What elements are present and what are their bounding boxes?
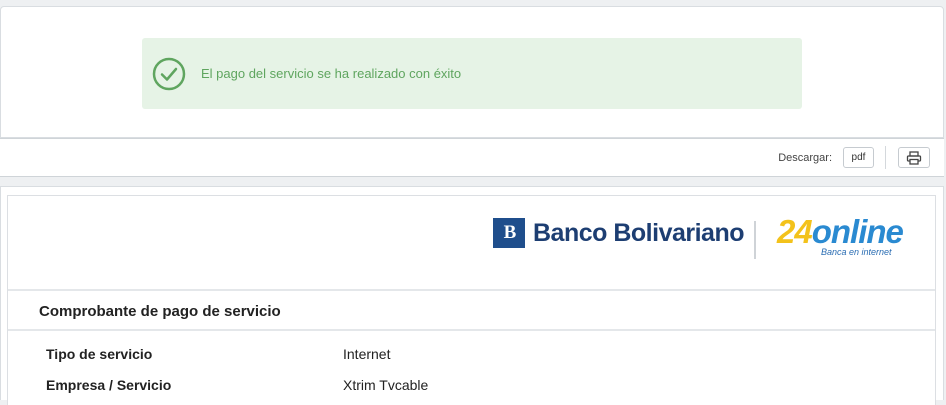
toolbar-divider (885, 146, 886, 169)
printer-icon (906, 150, 922, 165)
company-service-value: Xtrim Tvcable (343, 377, 429, 393)
pdf-download-button[interactable]: pdf (843, 147, 874, 168)
success-message: El pago del servicio se ha realizado con… (201, 66, 462, 81)
service-type-value: Internet (343, 346, 391, 362)
bank-mark-icon: B (493, 218, 525, 248)
success-card: El pago del servicio se ha realizado con… (0, 6, 944, 138)
company-service-label: Empresa / Servicio (46, 377, 172, 393)
banco-bolivariano-logo: B Banco Bolivariano (493, 218, 745, 248)
online-tagline: Banca en internet (821, 247, 892, 257)
logo-divider (754, 221, 756, 259)
check-circle-icon (152, 57, 186, 90)
receipt-container: B Banco Bolivariano 24online Banca en in… (0, 186, 944, 405)
receipt-title: Comprobante de pago de servicio (39, 303, 281, 320)
download-toolbar: Descargar: pdf (0, 138, 944, 177)
title-divider (8, 329, 935, 331)
print-button[interactable] (898, 147, 930, 168)
service-type-label: Tipo de servicio (46, 346, 153, 362)
24online-logo: 24online Banca en internet (777, 213, 904, 258)
success-alert: El pago del servicio se ha realizado con… (142, 38, 802, 109)
receipt: B Banco Bolivariano 24online Banca en in… (7, 195, 936, 405)
header-divider (8, 289, 935, 291)
download-label: Descargar: (778, 152, 832, 164)
bank-name: Banco Bolivariano (533, 218, 745, 247)
